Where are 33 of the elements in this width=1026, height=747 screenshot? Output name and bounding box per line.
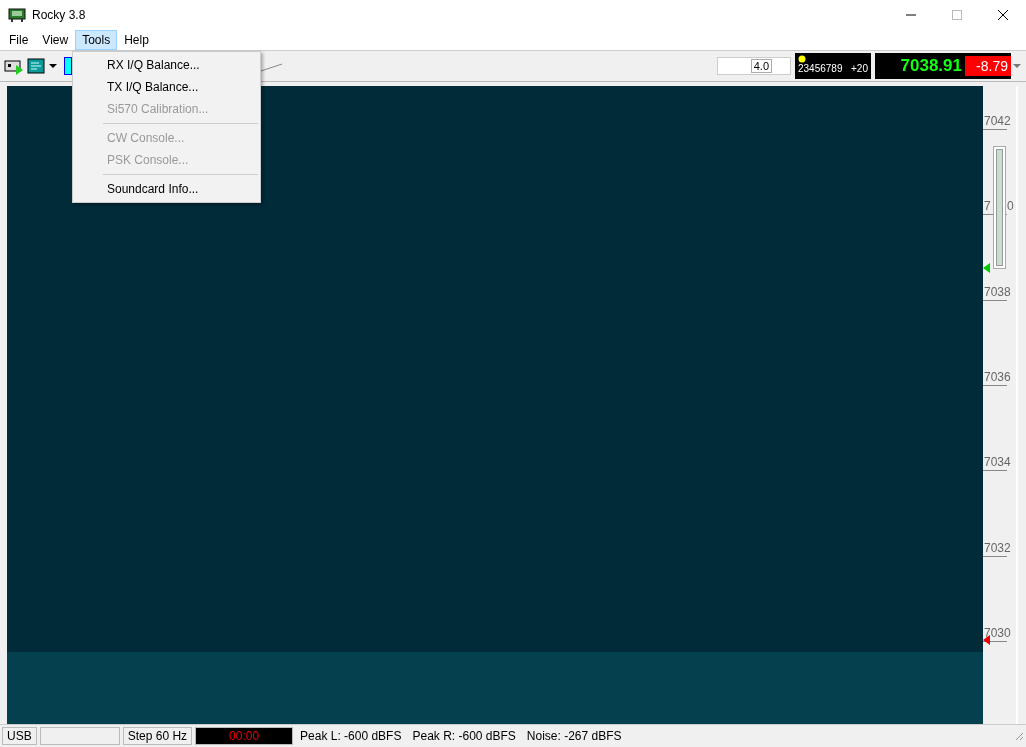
- menu-item[interactable]: File: [2, 30, 36, 50]
- spectrum-icon[interactable]: [26, 56, 46, 76]
- scale-label: 7042: [984, 114, 1011, 128]
- value-field[interactable]: 4.0: [717, 57, 791, 75]
- toolbar-button[interactable]: [64, 57, 72, 75]
- menu-item[interactable]: RX I/Q Balance...: [73, 54, 260, 76]
- resize-grip-icon[interactable]: [1014, 731, 1024, 741]
- scale-label: 0: [1007, 199, 1014, 214]
- frequency-reading: 7038.91: [900, 56, 962, 76]
- status-text: Step 60 Hz: [122, 727, 193, 745]
- app-icon: [8, 7, 26, 23]
- status-text: USB: [2, 727, 37, 745]
- indicator-dot-icon: [798, 55, 806, 63]
- status-text: Noise: -267 dBFS: [525, 729, 623, 743]
- menu-item[interactable]: Soundcard Info...: [73, 178, 260, 200]
- scale-label: 7032: [984, 540, 1011, 555]
- menu-item[interactable]: TX I/Q Balance...: [73, 76, 260, 98]
- scale-label: 7030: [984, 625, 1011, 640]
- status-text: Peak R: -600 dBFS: [411, 729, 517, 743]
- band-digits: 23456789: [798, 63, 843, 74]
- level-reading: -8.79: [965, 56, 1011, 76]
- graph-icon[interactable]: [260, 60, 284, 72]
- menu-item[interactable]: Tools: [75, 30, 118, 50]
- menu-item[interactable]: View: [35, 30, 76, 50]
- scale-label: 7: [984, 199, 991, 214]
- status-text: Peak L: -600 dBFS: [299, 729, 403, 743]
- timer-display: 00:00: [195, 727, 294, 745]
- scale-label: 7034: [984, 455, 1011, 470]
- band-offset: +20: [851, 63, 868, 74]
- scale-label: 7036: [984, 369, 1011, 384]
- menu-item[interactable]: Help: [117, 30, 156, 50]
- window-title: Rocky 3.8: [32, 8, 86, 22]
- scale-label: 7038: [984, 284, 1011, 299]
